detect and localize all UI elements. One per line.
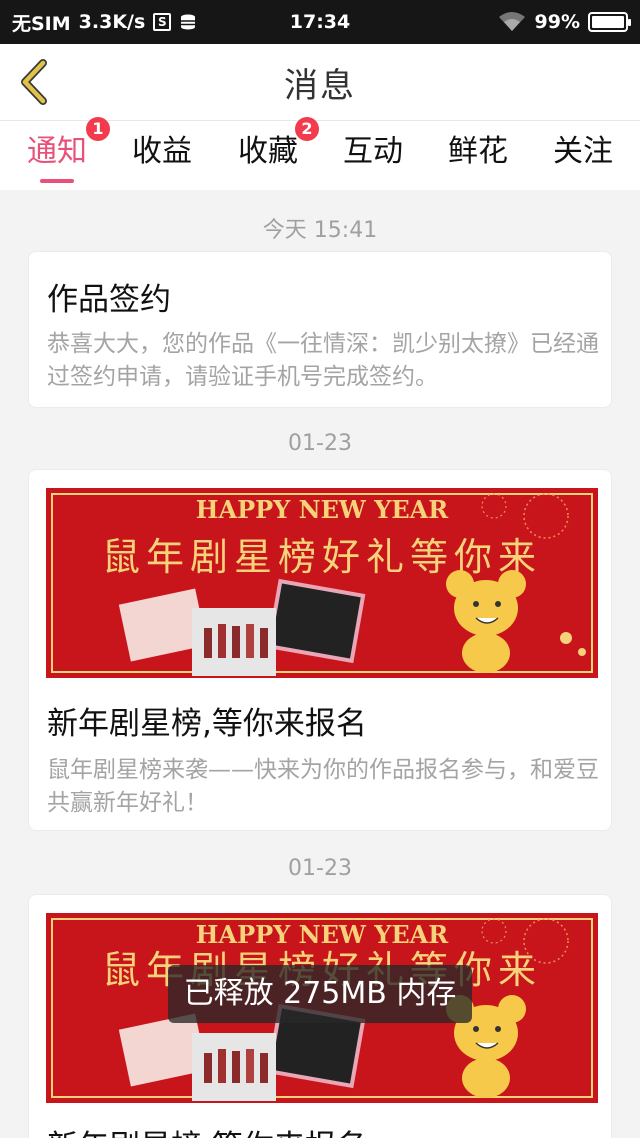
battery-icon bbox=[588, 12, 631, 32]
message-desc: 鼠年剧星榜来袭——快来为你的作品报名参与，和爱豆共赢新年好礼！ bbox=[47, 757, 599, 816]
message-desc: 恭喜大大，您的作品《一往情深：凯少别太撩》已经通过签约申请，请验证手机号完成签约… bbox=[47, 331, 599, 390]
header: 消息 bbox=[0, 44, 640, 120]
tab-label: 收益 bbox=[132, 134, 192, 169]
s-icon: S bbox=[153, 13, 172, 31]
network-speed: 3.3K/s bbox=[78, 11, 146, 33]
message-date: 01-23 bbox=[288, 431, 352, 456]
tab-favorites[interactable]: 收藏 2 bbox=[223, 117, 319, 191]
message-title: 新年剧星榜,等你来报名 bbox=[47, 706, 367, 742]
message-card-new-year[interactable]: HAPPY NEW YEAR 鼠年剧星榜好礼等你来 新年剧星榜,等你来报名 鼠年… bbox=[28, 469, 612, 831]
tab-label: 收藏 bbox=[238, 134, 298, 169]
tab-notifications[interactable]: 通知 1 bbox=[12, 117, 110, 191]
notification-badge: 1 bbox=[86, 117, 110, 141]
message-title: 新年剧星榜,等你来报名 bbox=[47, 1121, 367, 1138]
battery-percent: 99% bbox=[534, 11, 580, 33]
memory-toast: 已释放 275MB 内存 bbox=[168, 965, 472, 1023]
tab-label: 关注 bbox=[553, 134, 613, 169]
tab-interactions[interactable]: 互动 bbox=[328, 121, 418, 191]
tab-earnings[interactable]: 收益 bbox=[117, 121, 207, 191]
tab-label: 通知 bbox=[27, 134, 87, 169]
database-icon bbox=[181, 14, 196, 30]
carrier-text: 无SIM bbox=[12, 12, 71, 35]
message-date: 01-23 bbox=[288, 856, 352, 881]
tab-bar: 通知 1 收益 收藏 2 互动 鲜花 关注 bbox=[0, 117, 640, 191]
message-card-contract[interactable]: 作品签约 恭喜大大，您的作品《一往情深：凯少别太撩》已经通过签约申请，请验证手机… bbox=[28, 251, 612, 408]
status-bar: 无SIM 3.3K/s S 17:34 99% bbox=[0, 0, 640, 44]
favorites-badge: 2 bbox=[295, 117, 319, 141]
tab-label: 互动 bbox=[343, 134, 403, 169]
tab-following[interactable]: 关注 bbox=[538, 121, 628, 191]
message-date: 今天 15:41 bbox=[262, 218, 378, 243]
back-arrow-icon bbox=[21, 59, 47, 105]
new-year-banner: HAPPY NEW YEAR 鼠年剧星榜好礼等你来 bbox=[46, 488, 598, 678]
message-title: 作品签约 bbox=[47, 282, 171, 318]
tab-flowers[interactable]: 鲜花 bbox=[433, 121, 523, 191]
banner-heading: HAPPY NEW YEAR bbox=[196, 920, 449, 949]
banner-heading: HAPPY NEW YEAR bbox=[196, 495, 449, 524]
tab-label: 鲜花 bbox=[448, 134, 508, 169]
back-button[interactable] bbox=[14, 56, 54, 108]
active-tab-indicator bbox=[40, 179, 74, 183]
wifi-icon bbox=[498, 12, 525, 31]
banner-text: 鼠年剧星榜好礼等你来 bbox=[102, 535, 542, 579]
battery-fill bbox=[592, 16, 624, 28]
page-title: 消息 bbox=[284, 65, 356, 106]
